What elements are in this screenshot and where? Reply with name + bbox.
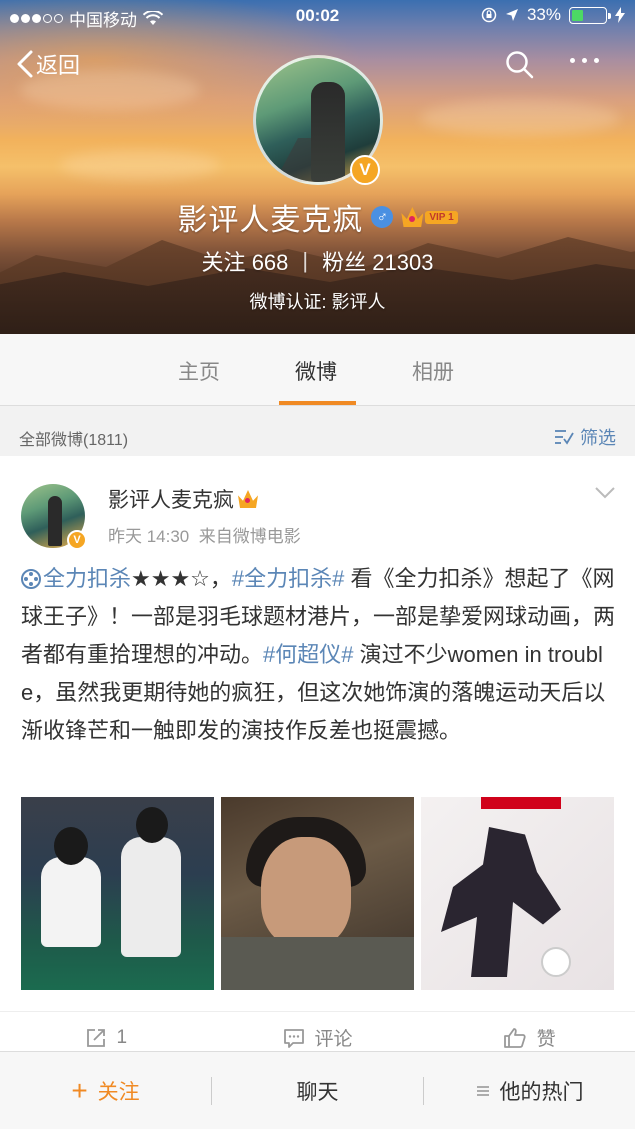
rating-stars: ★★★☆， [131, 566, 232, 591]
follow-button[interactable]: + 关注 [0, 1076, 211, 1106]
count-divider: | [302, 248, 309, 273]
location-icon [505, 9, 518, 21]
crown-icon [238, 490, 258, 508]
more-button[interactable] [570, 58, 599, 63]
more-dot [582, 58, 587, 63]
post-photo[interactable] [221, 797, 414, 990]
filter-label: 筛选 [580, 428, 616, 448]
comment-button[interactable]: 评论 [212, 1012, 424, 1051]
search-button[interactable] [505, 50, 535, 85]
film-reel-icon [21, 569, 41, 589]
search-icon [506, 51, 534, 79]
fans-label: 粉丝 [322, 250, 367, 275]
tab-album[interactable]: 相册 [412, 356, 454, 386]
movie-topic-link[interactable]: 全力扣杀 [21, 566, 131, 591]
post-photos [21, 797, 614, 990]
post-author-name: 影评人麦克疯 [108, 489, 234, 512]
follow-counts: 关注 668 | 粉丝 21303 [0, 245, 635, 277]
hot-posts-label: 他的热门 [499, 1080, 584, 1104]
post-photo[interactable] [21, 797, 214, 990]
fans-count: 21303 [372, 250, 434, 275]
repost-count: 1 [116, 1026, 128, 1048]
tab-home[interactable]: 主页 [178, 356, 220, 386]
chat-label: 聊天 [296, 1080, 339, 1104]
back-button[interactable]: 返回 [16, 48, 80, 80]
comment-icon [283, 1028, 304, 1048]
post-time: 昨天 14:30 [108, 527, 190, 546]
verified-badge-icon: V [350, 155, 380, 185]
vip-label: VIP 1 [425, 210, 458, 224]
following-label: 关注 [201, 250, 246, 275]
post-meta: 昨天 14:30 来自微博电影 [108, 522, 301, 547]
chevron-down-icon [595, 487, 615, 499]
verification-text: 微博认证: 影评人 [249, 292, 386, 312]
repost-icon [86, 1028, 105, 1047]
post-source[interactable]: 来自微博电影 [199, 527, 301, 546]
filter-button[interactable]: 筛选 [554, 424, 616, 450]
list-icon [476, 1085, 489, 1096]
status-bar: 中国移动 00:02 33% [0, 0, 635, 32]
more-dot [570, 58, 575, 63]
tab-weibo[interactable]: 微博 [295, 356, 337, 386]
filter-icon [555, 430, 574, 445]
battery-percent: 33% [526, 5, 561, 24]
post-card: V 影评人麦克疯 昨天 14:30 来自微博电影 全力扣杀★★★☆，#全力扣杀#… [0, 456, 635, 1051]
bottom-action-bar: + 关注 聊天 他的热门 [0, 1051, 635, 1129]
verified-badge-icon: V [67, 530, 87, 550]
following-count: 668 [251, 250, 289, 275]
movie-topic-text: 全力扣杀 [43, 566, 132, 591]
male-gender-icon: ♂ [371, 206, 394, 228]
thumbs-up-icon [503, 1027, 526, 1048]
profile-name: 影评人麦克疯 [177, 204, 364, 237]
follow-label: 关注 [97, 1080, 140, 1104]
all-posts-count[interactable]: 全部微博(1811) [19, 426, 128, 450]
hot-posts-button[interactable]: 他的热门 [424, 1076, 635, 1106]
active-tab-indicator [279, 401, 356, 405]
chat-button[interactable]: 聊天 [212, 1076, 423, 1106]
orientation-lock-icon [481, 7, 497, 23]
hashtag-link[interactable]: #何超仪# [263, 642, 353, 667]
like-button[interactable]: 赞 [423, 1012, 635, 1051]
vip-badge[interactable]: VIP 1 [401, 207, 458, 227]
back-label: 返回 [36, 53, 81, 78]
chevron-left-icon [17, 50, 33, 78]
repost-button[interactable]: 1 [0, 1012, 212, 1051]
comment-label: 评论 [314, 1029, 353, 1050]
charging-icon [615, 7, 625, 23]
post-options-button[interactable] [594, 486, 616, 505]
post-photo[interactable] [421, 797, 614, 990]
post-actions: 1 评论 赞 [0, 1011, 635, 1051]
following-link[interactable]: 关注 668 [202, 245, 289, 277]
battery-icon [569, 6, 611, 24]
post-author[interactable]: 影评人麦克疯 [108, 484, 258, 514]
more-dot [594, 58, 599, 63]
like-label: 赞 [536, 1029, 556, 1050]
profile-tabs: 主页 微博 相册 [0, 334, 635, 406]
filter-row: 全部微博(1811) 筛选 [0, 406, 635, 456]
plus-icon: + [71, 1074, 88, 1106]
fans-link[interactable]: 粉丝 21303 [322, 245, 433, 277]
post-text: 全力扣杀★★★☆，#全力扣杀# 看《全力扣杀》想起了《网球王子》！一部是羽毛球题… [21, 560, 615, 750]
hashtag-link[interactable]: #全力扣杀# [232, 566, 344, 591]
crown-icon [401, 207, 424, 227]
